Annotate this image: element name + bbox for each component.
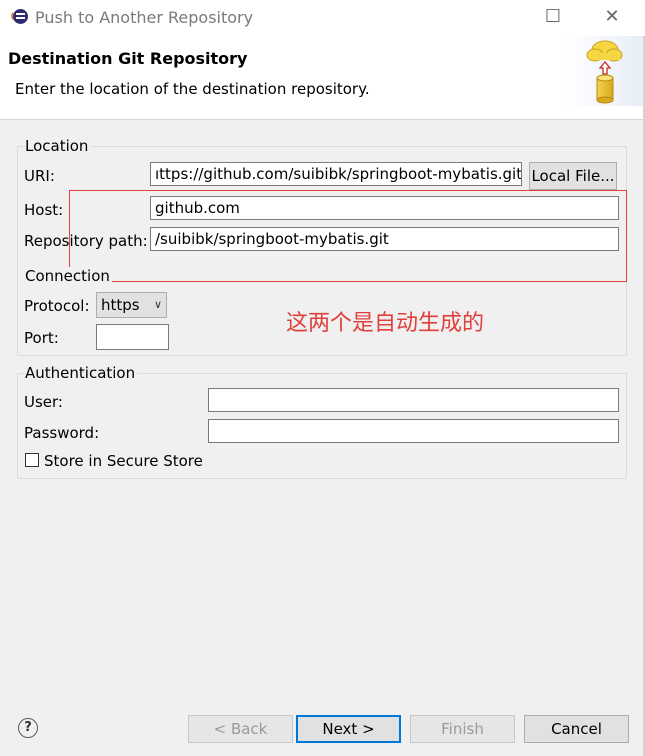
chevron-down-icon: ∨ bbox=[153, 298, 162, 311]
help-icon[interactable]: ? bbox=[18, 718, 38, 738]
uri-input[interactable]: ıttps://github.com/suibibk/springboot-my… bbox=[150, 162, 522, 186]
port-input[interactable] bbox=[96, 324, 169, 350]
secure-store-label: Store in Secure Store bbox=[44, 452, 203, 470]
close-icon: ✕ bbox=[604, 6, 620, 27]
host-label: Host: bbox=[24, 201, 64, 219]
port-label: Port: bbox=[24, 329, 59, 347]
page-description: Enter the location of the destination re… bbox=[15, 80, 370, 98]
back-button[interactable]: < Back bbox=[188, 715, 293, 743]
annotation-highlight-box bbox=[69, 190, 627, 282]
close-button[interactable]: ✕ bbox=[587, 0, 637, 36]
cloud-database-icon bbox=[565, 36, 643, 106]
authentication-group-label: Authentication bbox=[25, 364, 138, 382]
eclipse-icon bbox=[11, 9, 28, 24]
password-label: Password: bbox=[24, 424, 100, 442]
window-title: Push to Another Repository bbox=[35, 8, 254, 27]
user-input[interactable] bbox=[208, 388, 619, 412]
annotation-text: 这两个是自动生成的 bbox=[286, 311, 485, 336]
protocol-select[interactable]: https ∨ bbox=[96, 292, 167, 318]
local-file-button[interactable]: Local File... bbox=[529, 162, 617, 190]
password-input[interactable] bbox=[208, 419, 619, 443]
cancel-button[interactable]: Cancel bbox=[524, 715, 629, 743]
protocol-value: https bbox=[101, 296, 140, 314]
location-group-label: Location bbox=[25, 137, 91, 155]
connection-group-label: Connection bbox=[25, 267, 112, 285]
user-label: User: bbox=[24, 393, 63, 411]
title-bar: Push to Another Repository ☐ ✕ bbox=[0, 0, 645, 36]
secure-store-checkbox[interactable] bbox=[25, 453, 39, 467]
wizard-header: Destination Git Repository Enter the loc… bbox=[0, 36, 643, 120]
maximize-icon: ☐ bbox=[544, 6, 562, 27]
protocol-label: Protocol: bbox=[24, 297, 90, 315]
uri-label: URI: bbox=[24, 167, 55, 185]
finish-button[interactable]: Finish bbox=[410, 715, 515, 743]
page-title: Destination Git Repository bbox=[8, 49, 248, 68]
maximize-button[interactable]: ☐ bbox=[528, 0, 578, 36]
next-button[interactable]: Next > bbox=[296, 715, 401, 743]
